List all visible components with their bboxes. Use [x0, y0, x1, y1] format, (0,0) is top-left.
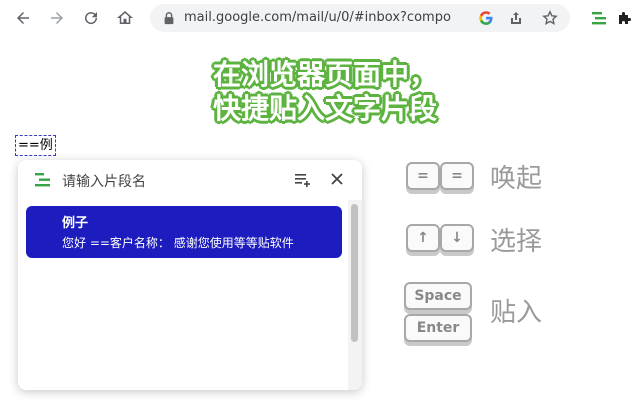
snippet-result-item[interactable]: 例子 您好 ==客户名称： 感谢您使用等等贴软件: [26, 206, 342, 258]
snippet-popup: 请输入片段名 例子 您好 ==客户名称： 感谢您使用等等贴软件: [18, 160, 362, 390]
trigger-text[interactable]: ==例: [15, 135, 56, 156]
address-bar[interactable]: mail.google.com/mail/u/0/#inbox?compo: [150, 4, 570, 32]
banner-line-2: 快捷贴入文字片段: [212, 92, 437, 125]
lock-icon: [164, 12, 174, 25]
home-icon[interactable]: [114, 7, 136, 29]
browser-toolbar: mail.google.com/mail/u/0/#inbox?compo: [0, 0, 640, 36]
reload-icon[interactable]: [80, 7, 102, 29]
paste-label: 贴入: [490, 298, 543, 328]
snippet-logo-icon: [35, 173, 50, 187]
popup-header: 请输入片段名: [18, 160, 362, 200]
key-down-label: ↓: [451, 230, 463, 246]
snippet-list-icon[interactable]: [294, 172, 312, 188]
key-enter: Enter: [404, 314, 472, 342]
snippet-title: 例子: [62, 216, 89, 231]
key-equals-2: =: [440, 162, 474, 190]
url-text: mail.google.com/mail/u/0/#inbox?compo: [184, 10, 451, 25]
key-up-label: ↑: [417, 230, 429, 246]
key-equals-1: =: [406, 162, 440, 190]
key-enter-label: Enter: [416, 320, 460, 336]
key-up-arrow: ↑: [406, 224, 440, 252]
back-icon[interactable]: [12, 7, 34, 29]
search-input[interactable]: 请输入片段名: [62, 171, 146, 191]
invoke-label: 唤起: [490, 164, 543, 194]
banner-line-1: 在浏览器页面中，: [212, 58, 437, 91]
key-equals-1-label: =: [417, 168, 429, 184]
key-space: Space: [404, 282, 472, 310]
forward-icon[interactable]: [46, 7, 68, 29]
close-icon[interactable]: [330, 172, 344, 186]
select-label: 选择: [490, 227, 543, 257]
puzzle-extensions-icon[interactable]: [616, 9, 634, 27]
snippet-content: 您好 ==客户名称： 感谢您使用等等贴软件: [62, 236, 294, 250]
key-space-label: Space: [414, 288, 462, 304]
snippet-extension-icon[interactable]: [590, 9, 608, 27]
google-icon[interactable]: [478, 10, 494, 26]
popup-scrollbar-thumb[interactable]: [351, 204, 358, 342]
key-down-arrow: ↓: [440, 224, 474, 252]
share-icon[interactable]: [508, 10, 524, 26]
promo-banner: 在浏览器页面中， 快捷贴入文字片段: [160, 58, 490, 126]
bookmark-star-icon[interactable]: [542, 10, 558, 26]
key-equals-2-label: =: [451, 168, 463, 184]
